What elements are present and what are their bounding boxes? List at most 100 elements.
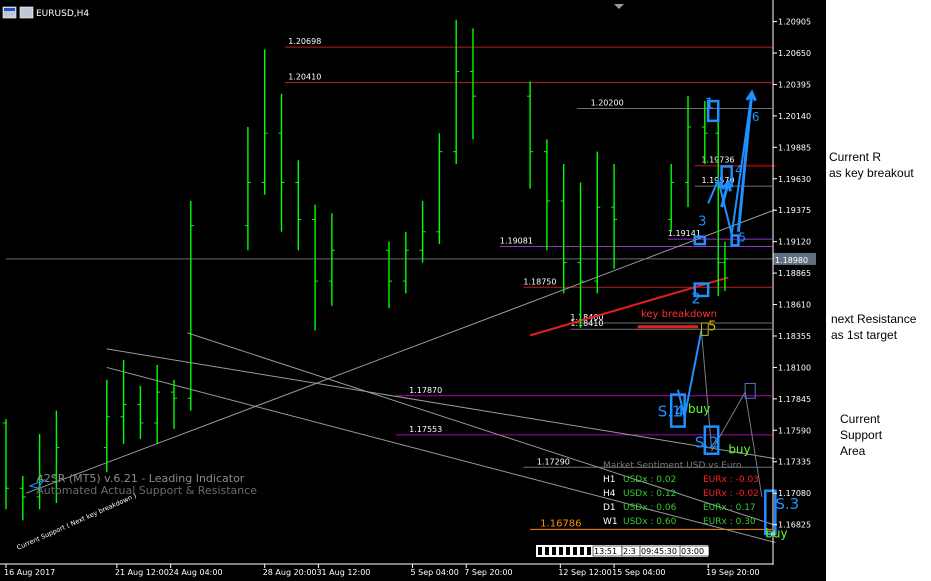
candle[interactable] [527,81,534,189]
timer-label: 2:3 [623,547,636,556]
buy-label-1: buy [688,402,710,416]
window-icon-bar [4,8,15,11]
candle[interactable] [244,126,251,251]
candle[interactable] [594,151,601,294]
projection-path-3[interactable] [700,330,712,448]
price-tick-label: 1.19885 [778,143,811,152]
candle[interactable] [312,204,319,331]
timer-bar [545,547,549,555]
chart-type-icon[interactable] [19,6,34,19]
support-line[interactable] [25,209,776,494]
wave-label-3: 3 [698,215,706,230]
wave-label-s2: S.2 [695,434,719,452]
sentiment-eur-value: EURx : 0.17 [703,503,756,513]
price-tick-label: 1.19630 [778,175,811,184]
wave-label-5-top: 5 [738,231,746,245]
wave-label-2: 2 [691,289,701,307]
chart-canvas[interactable]: 1.206981.204101.202001.197361.195701.190… [0,0,931,581]
level-label: 1.17870 [409,386,442,395]
candle[interactable] [137,385,144,439]
current-price-label: 1.18980 [775,256,808,265]
time-tick-label: 15 Sep 04:00 [612,568,665,577]
candle[interactable] [170,379,177,430]
candle[interactable] [278,93,285,232]
sentiment-title: Market Sentiment USD vs Euro [603,461,742,471]
sentiment-usd-value: USDx : 0.12 [623,489,676,499]
time-tick-label: 28 Aug 20:00 [263,568,317,577]
price-tick-label: 1.19120 [778,238,811,247]
price-tick-label: 1.17590 [778,426,811,435]
sentiment-timeframe: H4 [603,489,616,499]
wave-label-1: 1 [705,95,715,113]
candle[interactable] [469,28,476,140]
timer-bar [566,547,570,555]
timer-label: 13:51 [594,547,617,556]
time-tick-label: 24 Aug 04:00 [169,568,223,577]
candle[interactable] [721,241,728,291]
wave-label-4-low: 4 [675,403,685,421]
wave-label-5-target: 5 [708,319,716,334]
sentiment-timeframe: H1 [603,475,616,485]
price-tick-label: 1.17080 [778,489,811,498]
candle[interactable] [453,19,460,164]
key-breakdown-label: key breakdown [641,309,717,320]
price-tick-label: 1.18355 [778,332,811,341]
candle[interactable] [560,163,567,294]
time-tick-label: 31 Aug 12:00 [316,568,370,577]
price-tick-label: 1.20395 [778,80,811,89]
candle[interactable] [386,241,392,309]
candle[interactable] [436,133,443,245]
price-tick-label: 1.18100 [778,363,811,372]
candle[interactable] [261,49,268,195]
price-tick-label: 1.19375 [778,206,811,215]
chart-shift-icon[interactable] [614,4,624,9]
sentiment-usd-value: USDx : 0.60 [623,517,677,527]
candle[interactable] [668,163,675,232]
sentiment-timeframe: D1 [603,503,616,513]
price-tick-label: 1.17335 [778,458,811,467]
price-tick-label: 1.17845 [778,395,811,404]
candle[interactable] [685,96,692,208]
candle[interactable] [103,379,110,473]
level-label: 1.18410 [570,319,603,328]
sentiment-eur-value: EURx : -0.03 [703,475,759,485]
timer-bar [552,547,556,555]
candle[interactable] [419,200,426,263]
timer-bar [587,547,591,555]
time-tick-label: 16 Aug 2017 [4,568,55,577]
price-tick-label: 1.16825 [778,521,811,530]
wave-box-5[interactable] [730,234,740,247]
timer-bar [580,547,584,555]
level-label: 1.17290 [537,457,570,466]
sentiment-eur-value: EURx : -0.02 [703,489,759,499]
candle[interactable] [19,475,26,521]
candle[interactable] [187,200,194,411]
candle[interactable] [295,160,302,251]
candle[interactable] [3,419,9,510]
timer-label: 03:00 [681,547,704,556]
level-label: 1.18750 [523,277,556,286]
time-tick-label: 19 Sep 20:00 [706,568,759,577]
channel-middle[interactable] [187,332,776,526]
timer-bar [559,547,563,555]
wave-label-6: 6 [752,110,760,124]
time-tick-label: 21 Aug 12:00 [115,568,169,577]
wave-box-3[interactable] [693,235,707,246]
candle[interactable] [577,182,584,328]
candle[interactable] [543,139,550,251]
candle[interactable] [715,114,722,296]
level-label: 1.17553 [409,425,442,434]
candle[interactable] [611,163,618,269]
indicator-subtitle: Automated Actual Support & Resistance [36,484,257,497]
price-tick-label: 1.18865 [778,269,811,278]
candle[interactable] [402,231,409,294]
wave-label-4-top: 4 [735,163,743,177]
sentiment-usd-value: USDx : 0.02 [623,475,676,485]
level-label: 1.20698 [288,37,321,46]
timer-bar [538,547,542,555]
buy-label-2: buy [728,443,750,457]
time-tick-label: 7 Sep 20:00 [464,568,512,577]
candle[interactable] [328,213,335,306]
candle[interactable] [154,364,161,444]
price-tick-label: 1.20650 [778,49,811,58]
